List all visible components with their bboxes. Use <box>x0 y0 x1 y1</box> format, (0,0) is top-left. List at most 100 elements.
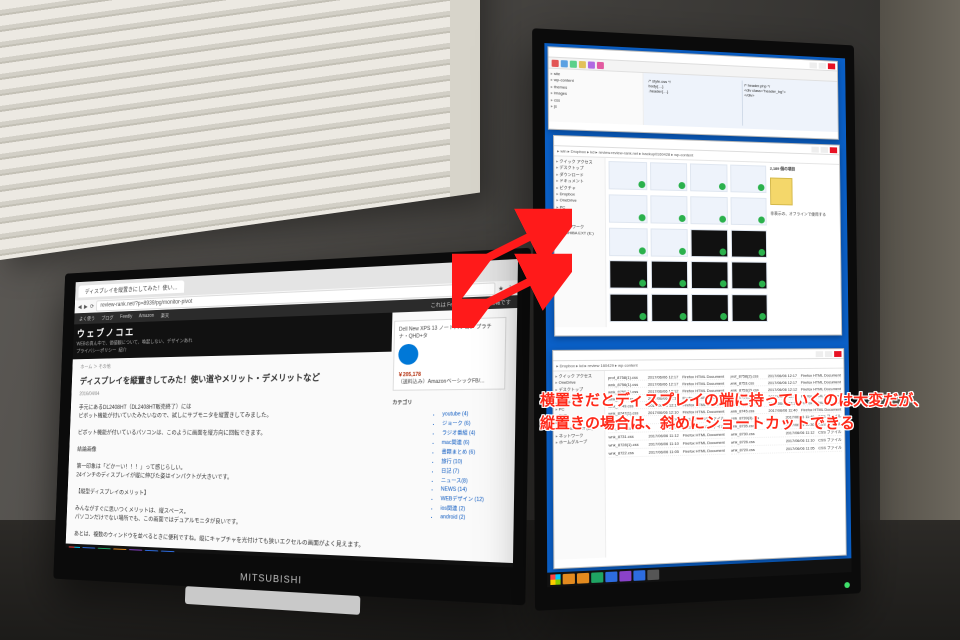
caption-line: 横置きだとディスプレイの端に持っていくのは大変だが、 <box>540 392 928 409</box>
thumbnail[interactable] <box>609 161 647 190</box>
details-text: 非表示の、オフラインで使用する <box>770 211 837 218</box>
ad-note: （送料込み）AmazonベーシックFB/... <box>398 377 500 386</box>
cat[interactable]: ジョーク (6) <box>442 420 505 428</box>
page-sidebar: Dell New XPS 13 ノートパソコン プラチナ・QHD+タ ￥205,… <box>389 317 506 554</box>
cat[interactable]: android (2) <box>440 514 503 522</box>
taskbar-app[interactable] <box>605 571 617 582</box>
bookmark[interactable]: Feedly <box>120 314 132 320</box>
cat[interactable]: NEWS (14) <box>441 486 504 494</box>
breadcrumbs[interactable]: ホーム ＞ その他 <box>80 358 381 372</box>
nav-fwd-icon[interactable]: ▶ <box>84 303 88 310</box>
taskbar-app[interactable] <box>647 569 659 580</box>
taskbar-app[interactable] <box>577 573 589 584</box>
bookmark[interactable]: 楽天 <box>161 312 170 319</box>
thumbnail[interactable] <box>650 162 688 191</box>
menu-icon[interactable]: ⋮ <box>507 284 513 292</box>
thumbnail[interactable] <box>609 194 647 223</box>
folder-icon <box>770 177 793 205</box>
close-button[interactable] <box>830 147 837 153</box>
thumbnail[interactable] <box>731 262 768 290</box>
taskbar-app[interactable] <box>82 547 95 561</box>
extension-icon[interactable]: ★ <box>498 285 504 293</box>
bookmark[interactable]: ブログ <box>101 314 113 321</box>
article-headline: ディスプレイを縦置きしてみた！使い道やメリット・デメリットなど <box>80 370 382 388</box>
thumbnail[interactable] <box>690 163 727 192</box>
thumbnail[interactable] <box>609 261 647 290</box>
thumbnail[interactable] <box>650 228 688 257</box>
taskbar-app[interactable] <box>128 549 142 563</box>
taskbar-app[interactable] <box>160 551 174 565</box>
cat[interactable]: mac関連 (6) <box>442 439 505 447</box>
reload-icon[interactable]: ⟳ <box>90 303 94 310</box>
monitor-brand-label: MITSUBISHI <box>240 572 302 586</box>
ad-card[interactable]: Dell New XPS 13 ノートパソコン プラチナ・QHD+タ ￥205,… <box>393 317 507 391</box>
start-button[interactable] <box>550 574 560 585</box>
minimize-button[interactable] <box>811 146 818 152</box>
cat[interactable]: 書籍まとめ (6) <box>441 448 504 456</box>
code-panes[interactable]: /* style.css */body{…}.header{…} /* head… <box>643 73 837 132</box>
maximize-button[interactable] <box>821 146 828 152</box>
close-button[interactable] <box>828 63 835 69</box>
thumbnail[interactable] <box>730 229 767 257</box>
taskbar-app[interactable] <box>619 571 631 582</box>
notice: これは Feedly で収集した情報です <box>430 298 511 308</box>
thumbnail[interactable] <box>730 197 767 225</box>
screen-portrait: sitewp-contentthemesimagescssjs /* style… <box>544 43 851 587</box>
cat[interactable]: WEBデザイン (12) <box>441 495 504 504</box>
thumbnail[interactable] <box>691 229 728 257</box>
taskbar-app[interactable] <box>144 550 158 564</box>
thumbnail[interactable] <box>690 196 727 225</box>
taskbar-app[interactable] <box>633 570 645 581</box>
explorer-thumbs-window[interactable]: ▸ win ▸ Dropbox ▸ kd ▸ review.review-ran… <box>553 135 842 337</box>
cat[interactable]: 旅行 (10) <box>441 458 504 466</box>
close-button[interactable] <box>834 351 841 357</box>
browser-tab[interactable]: ディスプレイを縦置きにしてみた！使い… <box>78 280 184 297</box>
minimize-button[interactable] <box>816 351 823 357</box>
thumbnail[interactable] <box>730 165 767 194</box>
maximize-button[interactable] <box>819 62 826 68</box>
cat[interactable]: ラジオ番組 (4) <box>442 429 505 437</box>
dell-logo-icon <box>398 344 418 365</box>
tool-icon[interactable] <box>597 61 604 68</box>
tool-icon[interactable] <box>570 60 577 67</box>
thumbnail[interactable] <box>650 261 688 289</box>
file-tree[interactable]: sitewp-contentthemesimagescssjs <box>549 69 644 125</box>
explorer-list-window[interactable]: ▸ Dropbox ▸ kd ▸ review 160429 ▸ wp-cont… <box>552 348 847 569</box>
nav-back-icon[interactable]: ◀ <box>78 303 82 310</box>
thumbnail[interactable] <box>650 195 688 224</box>
maximize-button[interactable] <box>825 351 832 357</box>
bookmark[interactable]: よく使う <box>79 315 95 322</box>
taskbar-app[interactable] <box>113 548 127 562</box>
thumbnail[interactable] <box>609 227 647 256</box>
minimize-button[interactable] <box>810 62 817 68</box>
thumbnail[interactable] <box>691 261 728 289</box>
tool-icon[interactable] <box>588 61 595 68</box>
monitor-landscape: MITSUBISHI ディスプレイを縦置きにしてみた！使い… ◀ ▶ ⟳ rev… <box>53 248 531 606</box>
content-pane[interactable]: 2,189 個の項目 非表示の、オフラインで使用する <box>606 158 842 327</box>
start-button[interactable] <box>68 546 80 560</box>
file-row[interactable]: wnk_8722.css2017/06/06 11:05Firefox HTML… <box>608 447 724 458</box>
photo-scene: MITSUBISHI ディスプレイを縦置きにしてみた！使い… ◀ ▶ ⟳ rev… <box>0 0 960 640</box>
cat[interactable]: ニュース(8) <box>441 477 504 486</box>
cat[interactable]: ios関連 (2) <box>440 504 503 513</box>
taskbar-app[interactable] <box>97 548 111 562</box>
tool-icon[interactable] <box>561 60 568 67</box>
thumbnail[interactable] <box>651 294 689 322</box>
tool-icon[interactable] <box>552 59 559 66</box>
tool-icon[interactable] <box>579 60 586 67</box>
thumbnail[interactable] <box>731 294 768 322</box>
thumbnail[interactable] <box>609 294 647 322</box>
editor-window[interactable]: sitewp-contentthemesimagescssjs /* style… <box>547 46 838 140</box>
thumbnail[interactable] <box>691 294 728 322</box>
para: ピボット機能が付いているパソコンは、このように画面を縦方向に回転できます。 <box>78 429 380 439</box>
nav-pane[interactable]: クイック アクセス デスクトップ ダウンロード ドキュメント ピクチャ Drop… <box>554 156 607 327</box>
taskbar-app[interactable] <box>591 572 603 583</box>
file-row[interactable]: wnk_8720.css2017/06/06 11:05CSS ファイル <box>731 444 842 455</box>
bookmark[interactable]: Amazon <box>139 313 154 319</box>
cat[interactable]: youtube (4) <box>442 411 505 418</box>
thumbnail-grid <box>609 161 768 324</box>
para: ピボット機能が付いていたみたいなので、試しにサブモニタを縦置きしてみました。 <box>78 411 380 421</box>
cat-header: カテゴリ <box>392 398 505 406</box>
cat[interactable]: 日記 (7) <box>441 467 504 475</box>
taskbar-app[interactable] <box>563 573 575 584</box>
